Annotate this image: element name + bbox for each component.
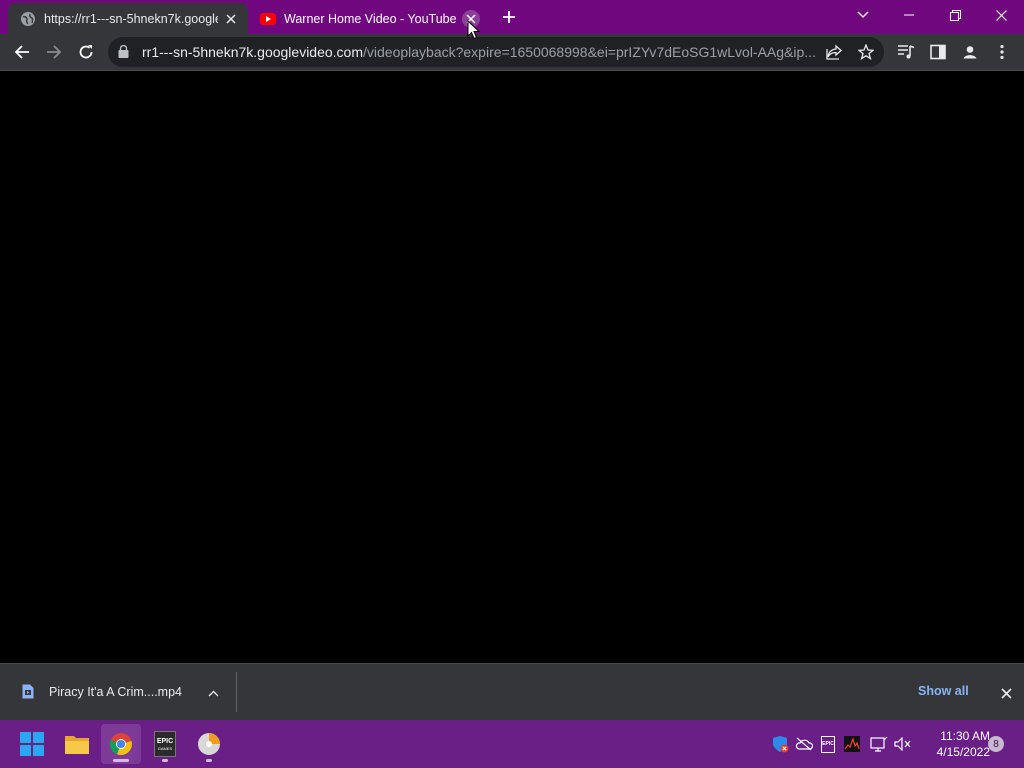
volume-muted-icon[interactable] — [893, 734, 913, 754]
globe-icon — [20, 11, 36, 27]
address-bar[interactable]: rr1---sn-5hnekn7k.googlevideo.com/videop… — [108, 37, 884, 67]
restore-icon — [949, 9, 961, 21]
download-shelf: Piracy It'a A Crim....mp4 Show all — [0, 663, 1024, 720]
epic-tray-icon[interactable]: EPIC — [818, 734, 838, 754]
epic-tray-text: EPIC — [821, 735, 835, 753]
clock-time: 11:30 AM — [940, 729, 990, 743]
chrome-icon — [109, 733, 132, 756]
minimize-icon — [904, 14, 914, 16]
shelf-close-button[interactable] — [996, 683, 1016, 703]
tab-title: Warner Home Video - YouTube — [284, 11, 457, 26]
show-all-link[interactable]: Show all — [918, 684, 969, 698]
reload-icon — [79, 45, 93, 59]
file-icon — [22, 684, 34, 704]
new-tab-button[interactable] — [497, 5, 521, 29]
onedrive-off-icon[interactable] — [794, 734, 814, 754]
clock[interactable]: 11:30 AM 4/15/2022 — [920, 728, 990, 760]
url-host: rr1---sn-5hnekn7k.googlevideo.com — [142, 44, 363, 60]
reload-button[interactable] — [70, 36, 102, 68]
start-button[interactable] — [12, 724, 52, 764]
back-button[interactable] — [6, 36, 38, 68]
more-vert-icon — [1000, 44, 1004, 60]
epic-games-button[interactable]: EPIC GAMES — [145, 724, 185, 764]
restore-button[interactable] — [932, 0, 978, 30]
side-panel-button[interactable] — [922, 36, 954, 68]
chevron-up-icon — [208, 690, 218, 696]
url-path: /videoplayback?expire=1650068998&ei=prIZ… — [363, 44, 816, 60]
file-explorer-button[interactable] — [57, 724, 97, 764]
active-app-indicator — [113, 759, 129, 762]
media-control-button[interactable] — [890, 36, 922, 68]
download-filename: Piracy It'a A Crim....mp4 — [49, 685, 182, 699]
plus-icon — [503, 11, 515, 23]
download-options-button[interactable] — [204, 684, 222, 702]
browser-toolbar: rr1---sn-5hnekn7k.googlevideo.com/videop… — [0, 34, 1024, 71]
profile-icon — [961, 43, 979, 61]
mouse-pointer-icon — [467, 20, 480, 40]
network-tray-icon[interactable] — [869, 734, 889, 754]
tab-strip: https://rr1---sn-5hnekn7k.googlevideo.co… — [0, 0, 1024, 34]
running-app-indicator — [206, 759, 212, 762]
divider — [236, 672, 237, 712]
tab-close-button[interactable] — [222, 10, 240, 28]
close-icon — [226, 13, 236, 24]
side-panel-icon — [930, 44, 946, 60]
chrome-menu-button[interactable] — [986, 36, 1018, 68]
epic-games-icon: EPIC GAMES — [154, 731, 176, 757]
arrow-right-icon — [47, 45, 62, 59]
windows-start-icon — [20, 732, 44, 756]
clock-date: 4/15/2022 — [936, 745, 990, 759]
close-icon — [995, 9, 1007, 21]
url-text[interactable]: rr1---sn-5hnekn7k.googlevideo.com/videop… — [142, 44, 818, 60]
tab-youtube[interactable]: Warner Home Video - YouTube — [248, 3, 488, 34]
lock-icon[interactable] — [118, 44, 129, 63]
arrow-left-icon — [14, 45, 29, 59]
download-item[interactable]: Piracy It'a A Crim....mp4 — [0, 664, 236, 720]
share-icon[interactable] — [824, 42, 844, 62]
chevron-down-icon — [857, 11, 869, 18]
window-close-button[interactable] — [978, 0, 1024, 30]
video-viewport[interactable] — [0, 71, 1024, 663]
minimize-button[interactable] — [886, 0, 932, 30]
chrome-taskbar-button[interactable] — [101, 724, 141, 764]
running-app-indicator — [162, 759, 168, 762]
media-queue-icon — [898, 45, 915, 59]
taskbar: EPIC GAMES EPIC 11:30 AM 4/15/2022 8 — [0, 720, 1024, 768]
performance-tray-icon[interactable] — [842, 734, 862, 754]
epic-logo-text: EPIC — [156, 737, 174, 745]
tab-search-button[interactable] — [840, 0, 886, 30]
bookmark-star-icon[interactable] — [856, 42, 876, 62]
notification-badge[interactable]: 8 — [988, 736, 1004, 752]
profile-button[interactable] — [954, 36, 986, 68]
defender-tray-icon[interactable] — [770, 734, 790, 754]
tab-title: https://rr1---sn-5hnekn7k.googlevideo.co… — [44, 11, 218, 26]
media-player-icon — [198, 733, 220, 755]
epic-logo-subtext: GAMES — [157, 745, 173, 751]
forward-button[interactable] — [38, 36, 70, 68]
media-player-button[interactable] — [189, 724, 229, 764]
file-explorer-icon — [65, 736, 89, 754]
tab-googlevideo[interactable]: https://rr1---sn-5hnekn7k.googlevideo.co… — [8, 3, 248, 34]
youtube-icon — [260, 11, 276, 27]
close-icon — [1000, 687, 1012, 699]
